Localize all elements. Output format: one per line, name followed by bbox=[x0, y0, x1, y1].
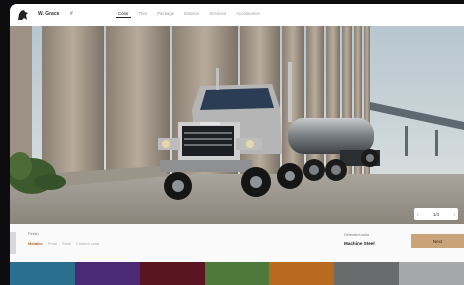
main-nav: Color Trim Package Exterior Services Acc… bbox=[116, 10, 262, 18]
finish-option-metallic[interactable]: Metallic bbox=[28, 241, 43, 246]
next-button[interactable]: Next bbox=[411, 234, 464, 248]
selected-color-name: Machine Steel bbox=[344, 241, 375, 246]
color-swatch[interactable] bbox=[399, 262, 464, 285]
selected-color-label: Selected color bbox=[344, 232, 370, 237]
top-bar: W. Grace # Color Trim Package Exterior S… bbox=[10, 4, 464, 27]
brand-sub: # bbox=[70, 11, 73, 17]
panel-edge-tab[interactable] bbox=[10, 232, 16, 254]
nav-exterior[interactable]: Exterior bbox=[182, 10, 201, 18]
color-swatch[interactable] bbox=[10, 262, 75, 285]
pager-next-icon[interactable]: › bbox=[453, 212, 455, 217]
selected-color-block: Selected color Machine Steel bbox=[344, 232, 375, 246]
config-panel: Finish Metallic Pearl Solid Custom color… bbox=[10, 224, 464, 262]
color-swatches bbox=[10, 262, 464, 285]
finish-option-pearl[interactable]: Pearl bbox=[48, 241, 57, 246]
nav-package[interactable]: Package bbox=[155, 10, 176, 18]
nav-trim[interactable]: Trim bbox=[137, 10, 150, 18]
color-swatch[interactable] bbox=[269, 262, 335, 285]
finish-label: Finish bbox=[28, 231, 39, 236]
color-swatch[interactable] bbox=[74, 262, 140, 285]
finish-options: Metallic Pearl Solid Custom color bbox=[28, 241, 99, 246]
image-pager: ‹ 1/4 › bbox=[414, 208, 458, 220]
truck-scene-image bbox=[10, 26, 464, 224]
pager-count: 1/4 bbox=[432, 211, 440, 217]
nav-color[interactable]: Color bbox=[116, 10, 131, 18]
bulldog-logo-icon[interactable] bbox=[16, 8, 30, 22]
color-swatch[interactable] bbox=[139, 262, 205, 285]
color-swatch[interactable] bbox=[334, 262, 400, 285]
brand-name: W. Grace bbox=[38, 11, 60, 17]
finish-option-solid[interactable]: Solid bbox=[62, 241, 71, 246]
nav-services[interactable]: Services bbox=[207, 10, 228, 18]
finish-option-custom[interactable]: Custom color bbox=[76, 241, 100, 246]
nav-accessories[interactable]: Accessories bbox=[234, 10, 262, 18]
pager-prev-icon[interactable]: ‹ bbox=[417, 212, 419, 217]
configurator-window: W. Grace # Color Trim Package Exterior S… bbox=[10, 4, 464, 285]
vehicle-preview: ‹ 1/4 › bbox=[10, 26, 464, 224]
color-swatch[interactable] bbox=[204, 262, 270, 285]
